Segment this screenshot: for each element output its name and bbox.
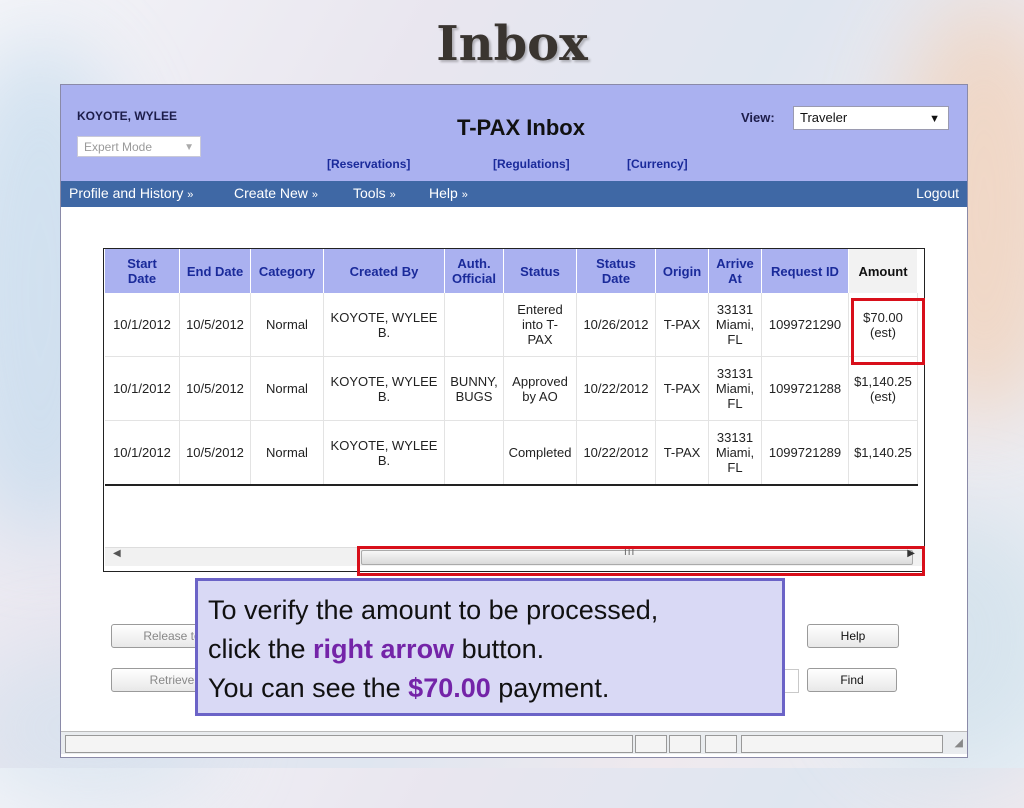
status-cell: Approved by AO xyxy=(503,356,577,421)
status-date-cell: 10/26/2012 xyxy=(576,293,656,357)
status-segment xyxy=(65,735,633,753)
regulations-link[interactable]: [Regulations] xyxy=(493,157,570,171)
category-cell: Normal xyxy=(250,293,324,357)
scrollbar-highlight-box xyxy=(357,546,925,576)
end-date-cell: 10/5/2012 xyxy=(179,356,251,421)
nav-item-label: Create New xyxy=(234,185,308,201)
column-header[interactable]: Created By xyxy=(323,249,445,293)
nav-item-profile-history[interactable]: Profile and History » xyxy=(69,185,193,201)
start-date-cell: 10/1/2012 xyxy=(105,293,180,357)
double-chevron-icon: » xyxy=(389,189,396,201)
origin-cell: T-PAX xyxy=(655,356,709,421)
category-cell: Normal xyxy=(250,356,324,421)
start-date-cell: 10/1/2012 xyxy=(105,356,180,421)
instruction-callout: To verify the amount to be processed, cl… xyxy=(195,578,785,716)
amount-cell: $1,140.25 xyxy=(848,420,918,486)
chevron-down-icon: ▼ xyxy=(184,142,194,153)
status-segment xyxy=(669,735,701,753)
column-header[interactable]: Amount xyxy=(848,249,918,293)
origin-cell: T-PAX xyxy=(655,293,709,357)
callout-line-3: You can see the $70.00 payment. xyxy=(208,673,610,703)
inbox-grid: Start Date End Date Category Created By A… xyxy=(103,248,925,572)
view-label: View: xyxy=(741,110,775,125)
status-segment xyxy=(635,735,667,753)
nav-item-create-new[interactable]: Create New » xyxy=(234,185,318,201)
mode-select-value: Expert Mode xyxy=(84,140,153,154)
double-chevron-icon: » xyxy=(187,189,194,201)
status-date-cell: 10/22/2012 xyxy=(576,420,656,486)
callout-line-2: click the right arrow button. xyxy=(208,634,545,664)
status-segment xyxy=(705,735,737,753)
status-segment xyxy=(741,735,943,753)
nav-item-label: Profile and History xyxy=(69,185,184,201)
help-button[interactable]: Help xyxy=(807,624,899,648)
reservations-link[interactable]: [Reservations] xyxy=(327,157,410,171)
resize-grip-icon[interactable]: ◢ xyxy=(955,736,963,749)
double-chevron-icon: » xyxy=(311,189,318,201)
nav-item-label: Help xyxy=(429,185,458,201)
nav-bar: Profile and History » Create New » Tools… xyxy=(61,181,967,207)
logout-link[interactable]: Logout xyxy=(916,185,959,201)
category-cell: Normal xyxy=(250,420,324,486)
page-title: T-PAX Inbox xyxy=(457,115,585,140)
status-date-cell: 10/22/2012 xyxy=(576,356,656,421)
table-header-row: Start Date End Date Category Created By A… xyxy=(105,249,918,293)
status-cell: Completed xyxy=(503,420,577,486)
column-header[interactable]: End Date xyxy=(179,249,251,293)
arrive-at-cell: 33131 Miami, FL xyxy=(708,420,762,486)
amount-cell: $1,140.25 (est) xyxy=(848,356,918,421)
column-header[interactable]: Origin xyxy=(655,249,709,293)
request-id-cell: 1099721289 xyxy=(761,420,849,486)
column-header[interactable]: Status Date xyxy=(576,249,656,293)
amount-highlight-box xyxy=(851,298,925,365)
view-select-value: Traveler xyxy=(800,110,848,125)
nav-item-label: Tools xyxy=(353,185,386,201)
status-cell: Entered into T- PAX xyxy=(503,293,577,357)
column-header[interactable]: Arrive At xyxy=(708,249,762,293)
end-date-cell: 10/5/2012 xyxy=(179,420,251,486)
chevron-down-icon: ▼ xyxy=(929,113,940,125)
nav-item-tools[interactable]: Tools » xyxy=(353,185,396,201)
auth-official-cell xyxy=(444,293,504,357)
column-header[interactable]: Auth. Official xyxy=(444,249,504,293)
scroll-left-arrow-icon[interactable]: ◀ xyxy=(113,548,121,559)
created-by-cell: KOYOTE, WYLEE B. xyxy=(323,420,445,486)
slide-title: Inbox xyxy=(436,16,588,72)
find-button[interactable]: Find xyxy=(807,668,897,692)
request-id-cell: 1099721290 xyxy=(761,293,849,357)
start-date-cell: 10/1/2012 xyxy=(105,420,180,486)
inbox-table: Start Date End Date Category Created By A… xyxy=(105,249,918,486)
callout-line-1: To verify the amount to be processed, xyxy=(208,595,659,625)
column-header[interactable]: Category xyxy=(250,249,324,293)
nav-item-help[interactable]: Help » xyxy=(429,185,468,201)
origin-cell: T-PAX xyxy=(655,420,709,486)
column-header[interactable]: Start Date xyxy=(105,249,180,293)
user-name: KOYOTE, WYLEE xyxy=(77,109,178,123)
table-row[interactable]: 10/1/2012 10/5/2012 Normal KOYOTE, WYLEE… xyxy=(105,356,918,421)
end-date-cell: 10/5/2012 xyxy=(179,293,251,357)
double-chevron-icon: » xyxy=(461,189,468,201)
arrive-at-cell: 33131 Miami, FL xyxy=(708,293,762,357)
auth-official-cell xyxy=(444,420,504,486)
currency-link[interactable]: [Currency] xyxy=(627,157,688,171)
column-header[interactable]: Status xyxy=(503,249,577,293)
table-row[interactable]: 10/1/2012 10/5/2012 Normal KOYOTE, WYLEE… xyxy=(105,420,918,486)
column-header[interactable]: Request ID xyxy=(761,249,849,293)
auth-official-cell: BUNNY, BUGS xyxy=(444,356,504,421)
created-by-cell: KOYOTE, WYLEE B. xyxy=(323,293,445,357)
view-select[interactable]: Traveler ▼ xyxy=(793,106,949,130)
table-row[interactable]: 10/1/2012 10/5/2012 Normal KOYOTE, WYLEE… xyxy=(105,293,918,357)
created-by-cell: KOYOTE, WYLEE B. xyxy=(323,356,445,421)
mode-select[interactable]: Expert Mode ▼ xyxy=(77,136,201,157)
request-id-cell: 1099721288 xyxy=(761,356,849,421)
app-header: KOYOTE, WYLEE Expert Mode ▼ T-PAX Inbox … xyxy=(61,85,967,181)
arrive-at-cell: 33131 Miami, FL xyxy=(708,356,762,421)
status-bar: ◢ xyxy=(61,731,967,754)
